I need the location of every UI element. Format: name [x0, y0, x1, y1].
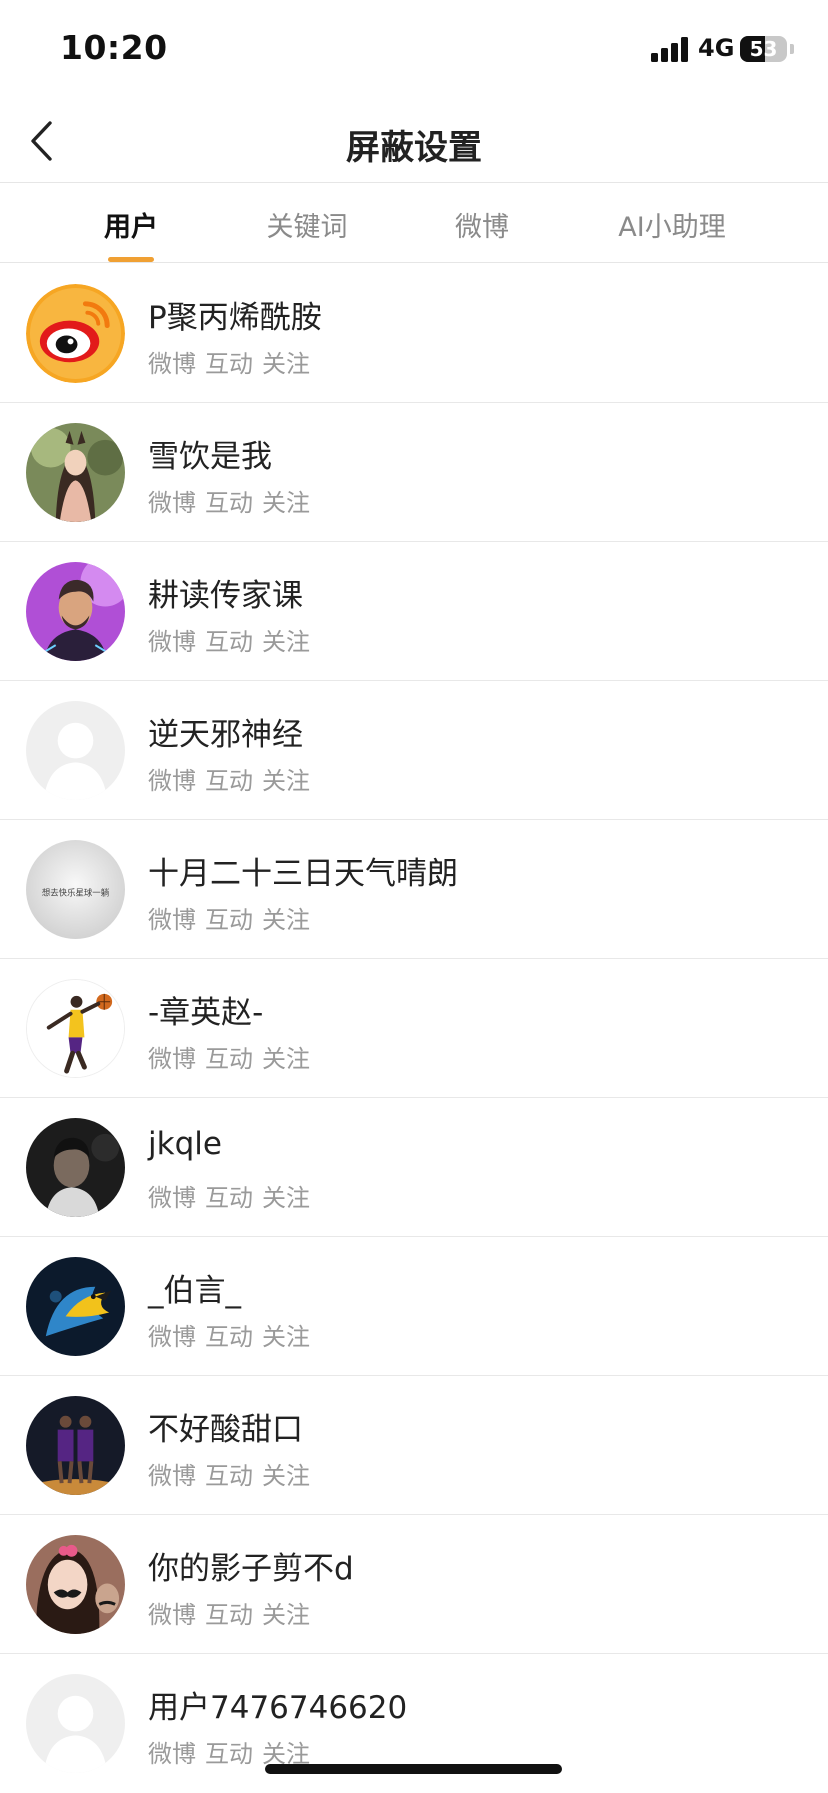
scope-weibo: 微博 — [148, 1740, 196, 1768]
scope-follow: 关注 — [262, 1601, 310, 1629]
signal-icon — [651, 36, 691, 62]
scope-interaction: 互动 — [205, 1462, 253, 1490]
scope-interaction: 互动 — [205, 489, 253, 517]
default-avatar[interactable] — [26, 1674, 125, 1773]
user-name: jkqle — [148, 1126, 222, 1162]
avatar-text: 想去快乐星球一躺 — [42, 887, 109, 897]
tab-ai-assistant[interactable]: AI小助理 — [612, 205, 732, 244]
selfie-avatar[interactable] — [26, 1535, 125, 1634]
block-scope: 微博 互动 关注 — [148, 1317, 319, 1352]
user-name: P聚丙烯酰胺 — [148, 300, 322, 336]
list-item[interactable]: 逆天邪神经 微博 互动 关注 — [0, 681, 828, 820]
list-item[interactable]: 雪饮是我 微博 互动 关注 — [0, 403, 828, 542]
battery-icon: 53 — [740, 36, 787, 62]
scope-weibo: 微博 — [148, 628, 196, 656]
block-scope: 微博 互动 关注 — [148, 900, 319, 935]
scope-interaction: 互动 — [205, 906, 253, 934]
scope-interaction: 互动 — [205, 1184, 253, 1212]
scope-interaction: 互动 — [205, 1045, 253, 1073]
user-name: 十月二十三日天气晴朗 — [148, 856, 458, 892]
scope-weibo: 微博 — [148, 1462, 196, 1490]
user-name: 耕读传家课 — [148, 578, 303, 614]
scope-follow: 关注 — [262, 1323, 310, 1351]
scope-follow: 关注 — [262, 1045, 310, 1073]
battery-level: 53 — [749, 37, 778, 61]
tabs-divider — [0, 262, 828, 263]
user-name: 用户7476746620 — [148, 1690, 408, 1726]
scope-interaction: 互动 — [205, 767, 253, 795]
basketball-court-avatar[interactable] — [26, 1396, 125, 1495]
nav-bar: 屏蔽设置 — [0, 100, 828, 182]
basketball-player-avatar[interactable] — [26, 979, 125, 1078]
tab-bar: 用户 关键词 微博 AI小助理 — [0, 183, 828, 263]
user-name: -章英赵- — [148, 995, 264, 1031]
page-title: 屏蔽设置 — [346, 128, 482, 168]
block-scope: 微博 互动 关注 — [148, 1595, 319, 1630]
scope-weibo: 微博 — [148, 906, 196, 934]
list-item[interactable]: 想去快乐星球一躺 十月二十三日天气晴朗 微博 互动 关注 — [0, 820, 828, 959]
scope-weibo: 微博 — [148, 1601, 196, 1629]
scope-follow: 关注 — [262, 1462, 310, 1490]
block-scope: 微博 互动 关注 — [148, 622, 319, 657]
tab-keywords[interactable]: 关键词 — [262, 205, 352, 244]
scope-weibo: 微博 — [148, 1323, 196, 1351]
user-name: 逆天邪神经 — [148, 717, 303, 753]
scope-follow: 关注 — [262, 1184, 310, 1212]
scope-follow: 关注 — [262, 489, 310, 517]
weibo-logo-avatar[interactable] — [26, 284, 125, 383]
scope-weibo: 微博 — [148, 1045, 196, 1073]
block-scope: 微博 互动 关注 — [148, 1039, 319, 1074]
list-item[interactable]: jkqle 微博 互动 关注 — [0, 1098, 828, 1237]
scope-follow: 关注 — [262, 767, 310, 795]
blocked-user-list: P聚丙烯酰胺 微博 互动 关注 雪饮是我 微博 互动 关注 耕读传家课 微博 互… — [0, 264, 828, 1793]
scope-weibo: 微博 — [148, 1184, 196, 1212]
status-time: 10:20 — [60, 28, 168, 67]
text-paper-avatar[interactable]: 想去快乐星球一躺 — [26, 840, 125, 939]
list-item[interactable]: -章英赵- 微博 互动 关注 — [0, 959, 828, 1098]
battery-cap — [790, 44, 794, 54]
block-scope: 微博 互动 关注 — [148, 1178, 319, 1213]
user-name: 雪饮是我 — [148, 439, 272, 475]
scope-interaction: 互动 — [205, 628, 253, 656]
list-item[interactable]: 不好酸甜口 微博 互动 关注 — [0, 1376, 828, 1515]
scope-weibo: 微博 — [148, 489, 196, 517]
scope-follow: 关注 — [262, 906, 310, 934]
block-scope: 微博 互动 关注 — [148, 761, 319, 796]
tab-users[interactable]: 用户 — [102, 205, 160, 244]
list-item[interactable]: 你的影子剪不d 微博 互动 关注 — [0, 1515, 828, 1654]
block-scope: 微博 互动 关注 — [148, 483, 319, 518]
block-scope: 微博 互动 关注 — [148, 1456, 319, 1491]
network-type: 4G — [698, 34, 735, 62]
status-bar: 10:20 4G 53 — [0, 0, 828, 100]
scope-weibo: 微博 — [148, 767, 196, 795]
parrot-avatar[interactable] — [26, 1257, 125, 1356]
block-scope: 微博 互动 关注 — [148, 344, 319, 379]
user-name: 你的影子剪不d — [148, 1551, 354, 1587]
anime-girl-avatar[interactable] — [26, 423, 125, 522]
scope-follow: 关注 — [262, 350, 310, 378]
scope-interaction: 互动 — [205, 1740, 253, 1768]
default-avatar[interactable] — [26, 701, 125, 800]
user-name: 不好酸甜口 — [148, 1412, 303, 1448]
dark-portrait-avatar[interactable] — [26, 1118, 125, 1217]
scope-interaction: 互动 — [205, 1601, 253, 1629]
user-name: _伯言_ — [148, 1273, 241, 1309]
list-item[interactable]: _伯言_ 微博 互动 关注 — [0, 1237, 828, 1376]
scope-follow: 关注 — [262, 628, 310, 656]
list-item[interactable]: P聚丙烯酰胺 微博 互动 关注 — [0, 264, 828, 403]
bearded-man-avatar[interactable] — [26, 562, 125, 661]
home-indicator[interactable] — [265, 1764, 562, 1774]
scope-interaction: 互动 — [205, 350, 253, 378]
scope-weibo: 微博 — [148, 350, 196, 378]
scope-interaction: 互动 — [205, 1323, 253, 1351]
tab-weibo[interactable]: 微博 — [452, 205, 512, 244]
list-item[interactable]: 耕读传家课 微博 互动 关注 — [0, 542, 828, 681]
